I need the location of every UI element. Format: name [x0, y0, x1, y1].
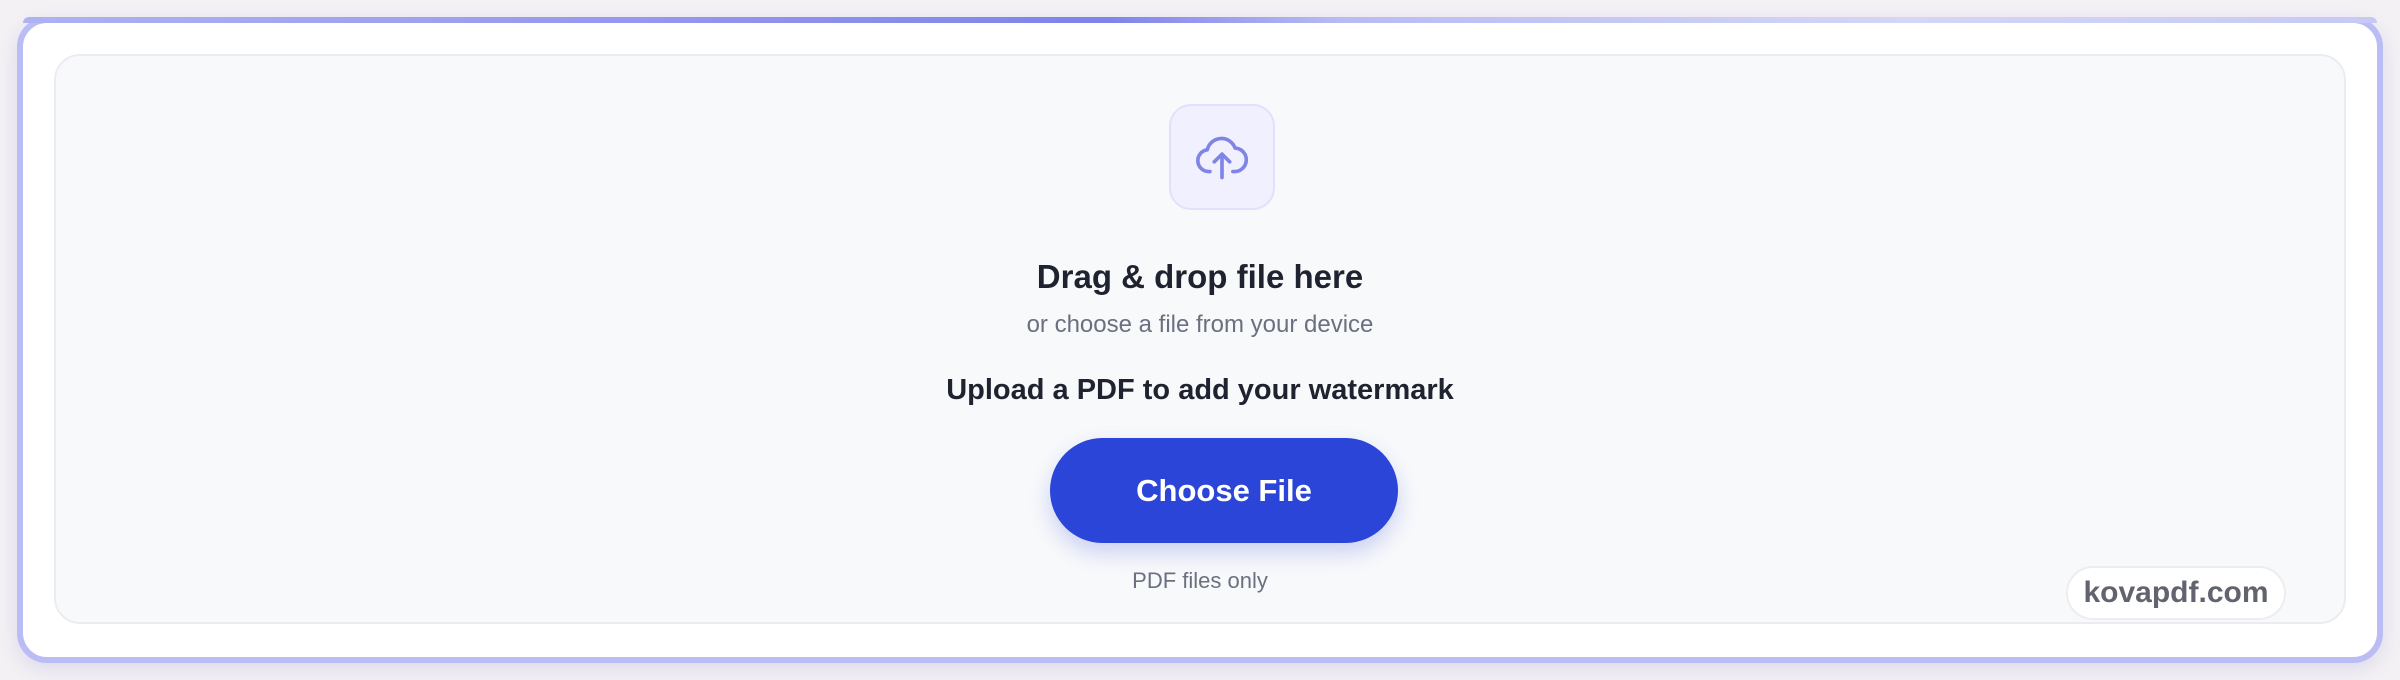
upload-icon-box	[1169, 104, 1275, 210]
upload-card: Drag & drop file here or choose a file f…	[17, 17, 2383, 663]
dropzone[interactable]: Drag & drop file here or choose a file f…	[54, 54, 2346, 624]
upload-instruction: Upload a PDF to add your watermark	[946, 374, 1454, 406]
cloud-upload-icon	[1196, 136, 1249, 180]
choose-file-button[interactable]: Choose File	[1050, 438, 1398, 543]
brand-badge: kovapdf.com	[2066, 566, 2286, 620]
dropzone-title: Drag & drop file here	[1036, 258, 1364, 295]
file-type-hint: PDF files only	[1132, 568, 1268, 593]
dropzone-subtitle: or choose a file from your device	[1026, 311, 1374, 338]
